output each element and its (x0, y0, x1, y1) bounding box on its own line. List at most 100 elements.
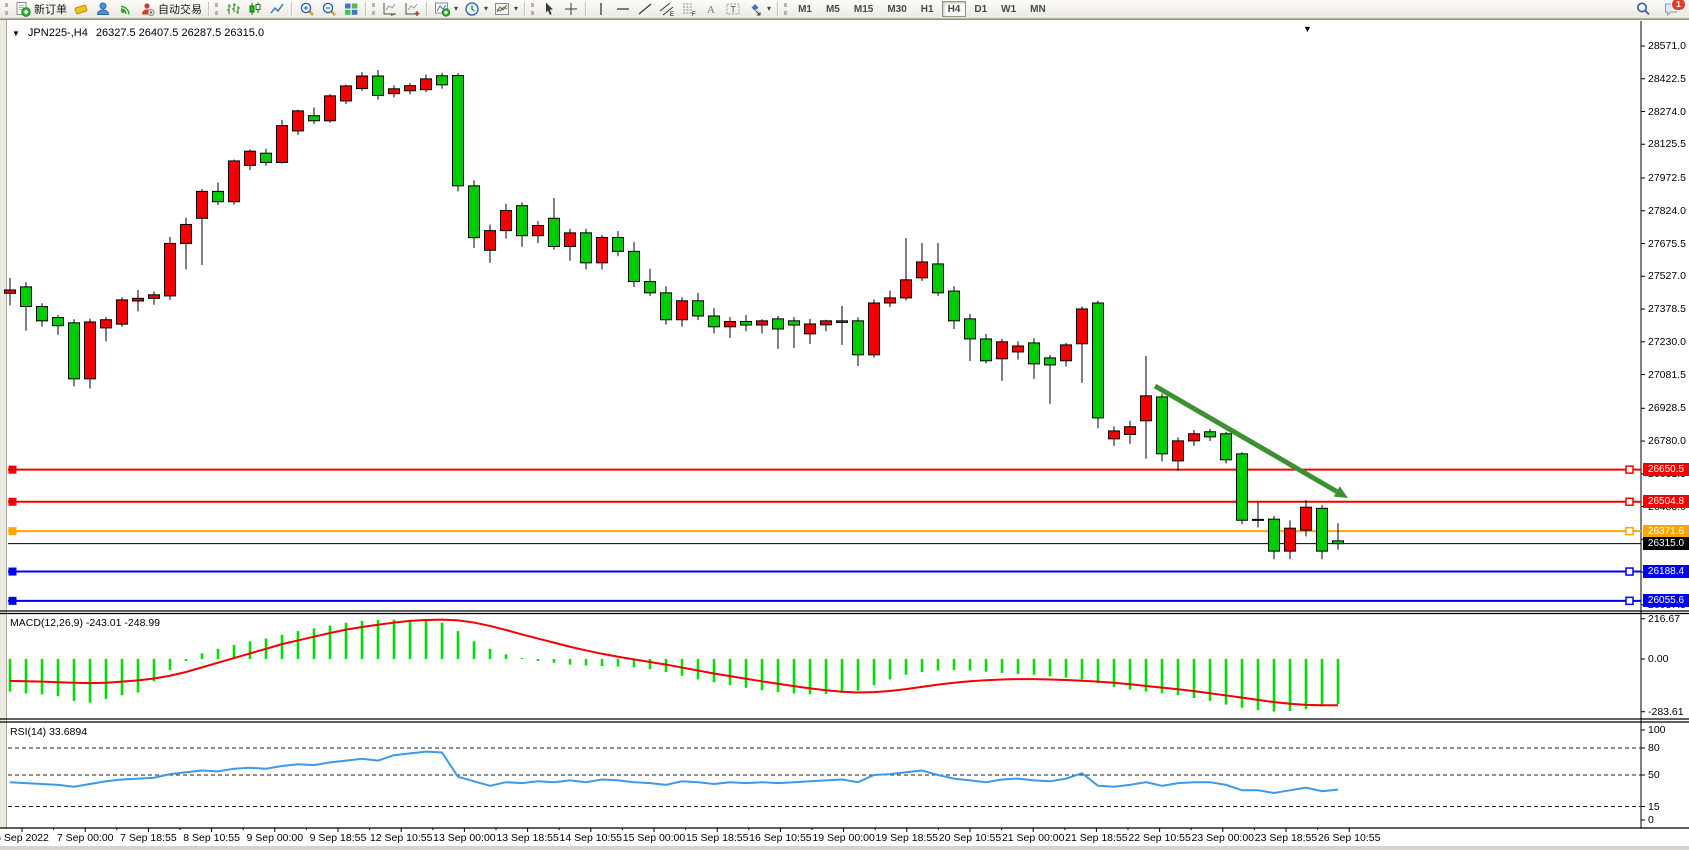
timeframe-h4[interactable]: H4 (942, 1, 967, 17)
candle-body (357, 76, 368, 89)
candle-body (1109, 431, 1120, 439)
level-handle-right[interactable] (1626, 466, 1633, 473)
y-axis-tick-label: 26928.5 (1648, 402, 1686, 414)
auto-scroll-button[interactable] (379, 1, 401, 18)
line-chart-button[interactable] (266, 1, 288, 18)
candle-body (869, 303, 880, 355)
crosshair-icon (563, 1, 579, 17)
rsi-axis-label: 0 (1648, 814, 1654, 826)
auto-trading-icon (139, 1, 155, 17)
candle-body (1029, 343, 1040, 364)
profile-button[interactable] (92, 1, 114, 18)
timeframe-m5[interactable]: M5 (820, 1, 846, 17)
fibonacci-icon: F (681, 1, 697, 17)
x-axis-date-label: 15 Sep 00:00 (623, 832, 685, 844)
level-handle-left[interactable] (9, 597, 16, 604)
bar-chart-button[interactable] (222, 1, 244, 18)
level-handle-left[interactable] (9, 528, 16, 535)
x-axis-date-label: 13 Sep 18:55 (496, 832, 558, 844)
toolbar-grip[interactable] (372, 3, 375, 15)
timeframe-mn[interactable]: MN (1024, 1, 1052, 17)
dropdown-caret[interactable]: ▾ (484, 1, 488, 17)
dropdown-caret[interactable]: ▾ (767, 1, 771, 17)
vertical-line-button[interactable] (590, 1, 612, 18)
horizontal-line-button[interactable] (612, 1, 634, 18)
auto-trading-button[interactable]: 自动交易 (136, 1, 205, 18)
rsi-indicator-label: RSI(14) 33.6894 (10, 726, 87, 738)
quotes-button[interactable] (70, 1, 92, 18)
text-label-button[interactable]: T (722, 1, 744, 18)
svg-text:E: E (670, 12, 674, 17)
search-button[interactable] (1632, 1, 1654, 18)
x-axis-date-label: 13 Sep 00:00 (433, 832, 495, 844)
x-axis-date-label: 16 Sep 10:55 (749, 832, 811, 844)
level-handle-left[interactable] (9, 466, 16, 473)
macd-axis-label: -283.61 (1648, 706, 1684, 718)
y-axis-tick-label: 26780.0 (1648, 435, 1686, 447)
zoom-in-button[interactable] (296, 1, 318, 18)
dropdown-caret[interactable]: ▾ (454, 1, 458, 17)
cursor-button[interactable] (538, 1, 560, 18)
dropdown-caret[interactable]: ▾ (514, 1, 518, 17)
timeframe-m15[interactable]: M15 (848, 1, 879, 17)
level-handle-right[interactable] (1626, 597, 1633, 604)
level-handle-right[interactable] (1626, 528, 1633, 535)
svg-text:A: A (707, 4, 715, 16)
x-axis-date-label: 14 Sep 10:55 (560, 832, 622, 844)
toolbar-grip[interactable] (784, 3, 787, 15)
candle-body (725, 322, 736, 327)
trendline-button[interactable] (634, 1, 656, 18)
level-price-label: 26650.5 (1643, 463, 1689, 476)
toolbar-grip[interactable] (531, 3, 534, 15)
macd-axis-label: 216.67 (1648, 613, 1680, 625)
x-axis-date-label: 26 Sep 10:55 (1318, 832, 1380, 844)
candle-body (437, 76, 448, 85)
chart-shift-marker[interactable]: ▼ (1303, 24, 1312, 34)
toolbar-grip[interactable] (215, 3, 218, 15)
periods-clock-button[interactable]: ▾ (461, 1, 491, 18)
candle-body (629, 251, 640, 281)
crosshair-button[interactable] (560, 1, 582, 18)
candle-body (181, 224, 192, 243)
new-order-button[interactable]: 新订单 (12, 1, 70, 18)
signals-button[interactable] (114, 1, 136, 18)
tile-windows-button[interactable] (340, 1, 362, 18)
fibonacci-button[interactable]: F (678, 1, 700, 18)
timeframe-d1[interactable]: D1 (968, 1, 993, 17)
x-axis-date-label: 21 Sep 00:00 (1002, 832, 1064, 844)
chart-shift-button[interactable] (401, 1, 423, 18)
timeframe-w1[interactable]: W1 (995, 1, 1022, 17)
candle-body (1333, 541, 1344, 544)
text-button[interactable]: A (700, 1, 722, 18)
timeframe-h1[interactable]: H1 (915, 1, 940, 17)
level-price-label: 26188.4 (1643, 565, 1689, 578)
notifications-button[interactable]: 1 (1660, 1, 1682, 18)
indicators-button[interactable]: ▾ (431, 1, 461, 18)
chart-canvas[interactable] (0, 20, 1689, 850)
candle-body (1173, 441, 1184, 461)
candle-body (21, 287, 32, 307)
level-handle-left[interactable] (9, 568, 16, 575)
cursor-icon (541, 1, 557, 17)
candle-body (581, 233, 592, 263)
level-handle-right[interactable] (1626, 568, 1633, 575)
level-handle-right[interactable] (1626, 498, 1633, 505)
channel-button[interactable]: E (656, 1, 678, 18)
candle-body (933, 264, 944, 293)
timeframe-m1[interactable]: M1 (792, 1, 818, 17)
zoom-out-button[interactable] (318, 1, 340, 18)
level-handle-left[interactable] (9, 498, 16, 505)
templates-button[interactable]: ▾ (491, 1, 521, 18)
candle-body (453, 76, 464, 186)
x-axis-date-label: 8 Sep 10:55 (183, 832, 240, 844)
text-label-icon: T (725, 1, 741, 17)
toolbar-grip[interactable] (5, 3, 8, 15)
rsi-axis-label: 100 (1648, 724, 1666, 736)
candle-body (293, 111, 304, 131)
timeframe-m30[interactable]: M30 (881, 1, 912, 17)
x-axis-date-label: 19 Sep 18:55 (876, 832, 938, 844)
candle-body (309, 116, 320, 121)
collapse-icon[interactable]: ▼ (12, 29, 20, 38)
shapes-button[interactable]: ▾ (744, 1, 774, 18)
candlestick-chart-button[interactable] (244, 1, 266, 18)
